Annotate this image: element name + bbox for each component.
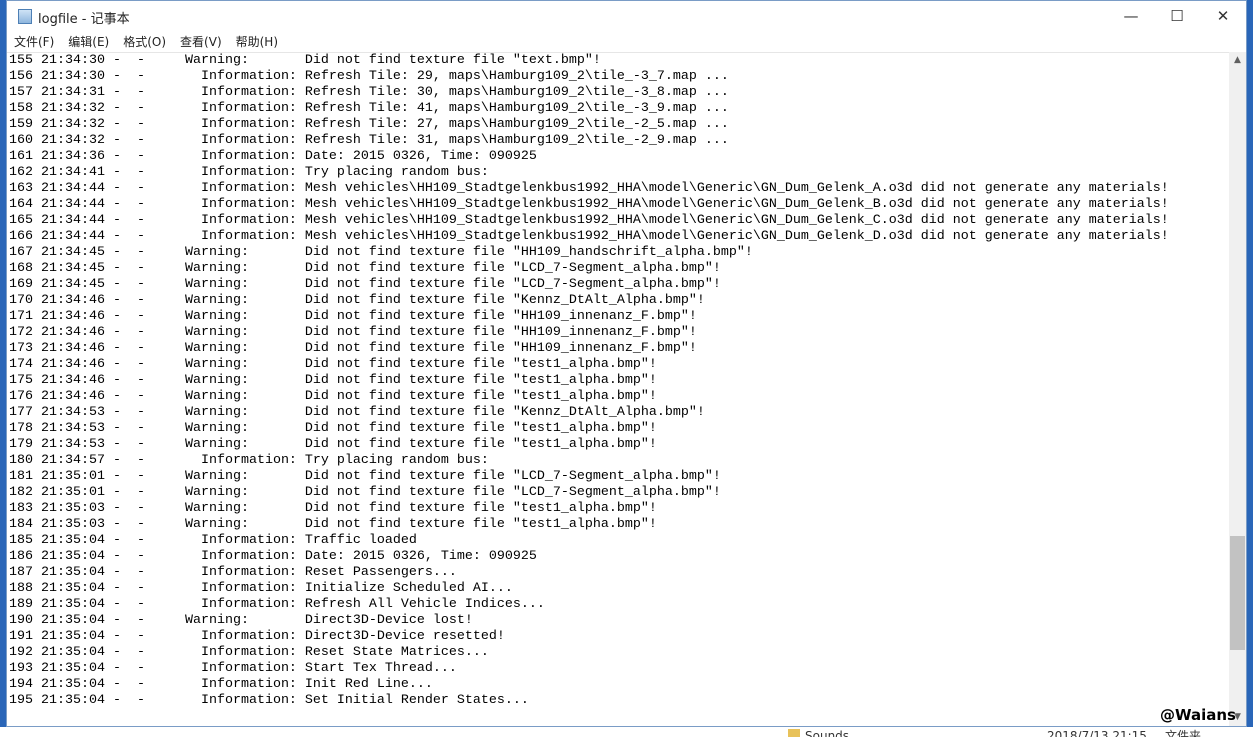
title-bar[interactable]: logfile - 记事本 — ☐ ✕ <box>7 1 1246 31</box>
log-line: 181 21:35:01 - - Warning: Did not find t… <box>9 469 721 484</box>
log-line: 158 21:34:32 - - Information: Refresh Ti… <box>9 101 729 116</box>
log-line: 169 21:34:45 - - Warning: Did not find t… <box>9 277 721 292</box>
log-line: 164 21:34:44 - - Information: Mesh vehic… <box>9 197 1169 212</box>
log-line: 167 21:34:45 - - Warning: Did not find t… <box>9 245 753 260</box>
folder-icon <box>788 729 800 737</box>
log-line: 187 21:35:04 - - Information: Reset Pass… <box>9 565 457 580</box>
log-line: 159 21:34:32 - - Information: Refresh Ti… <box>9 117 729 132</box>
menu-view[interactable]: 查看(V) <box>180 33 222 50</box>
log-line: 170 21:34:46 - - Warning: Did not find t… <box>9 293 705 308</box>
maximize-button[interactable]: ☐ <box>1154 1 1200 31</box>
window-title: logfile - 记事本 <box>38 12 130 27</box>
log-line: 191 21:35:04 - - Information: Direct3D-D… <box>9 629 505 644</box>
log-line: 195 21:35:04 - - Information: Set Initia… <box>9 693 529 708</box>
menu-file[interactable]: 文件(F) <box>14 33 54 50</box>
log-line: 165 21:34:44 - - Information: Mesh vehic… <box>9 213 1169 228</box>
menu-edit[interactable]: 编辑(E) <box>68 33 109 50</box>
log-line: 186 21:35:04 - - Information: Date: 2015… <box>9 549 537 564</box>
log-line: 177 21:34:53 - - Warning: Did not find t… <box>9 405 705 420</box>
vertical-scrollbar[interactable]: ▲ ▼ <box>1229 52 1246 726</box>
log-line: 178 21:34:53 - - Warning: Did not find t… <box>9 421 657 436</box>
text-editor[interactable]: 155 21:34:30 - - Warning: Did not find t… <box>7 52 1229 726</box>
log-line: 182 21:35:01 - - Warning: Did not find t… <box>9 485 721 500</box>
menu-format[interactable]: 格式(O) <box>123 33 166 50</box>
log-line: 185 21:35:04 - - Information: Traffic lo… <box>9 533 417 548</box>
watermark: @Waians <box>1159 706 1236 724</box>
log-line: 161 21:34:36 - - Information: Date: 2015… <box>9 149 537 164</box>
log-line: 183 21:35:03 - - Warning: Did not find t… <box>9 501 657 516</box>
log-line: 180 21:34:57 - - Information: Try placin… <box>9 453 489 468</box>
scroll-up-icon[interactable]: ▲ <box>1229 52 1246 69</box>
menu-bar: 文件(F) 编辑(E) 格式(O) 查看(V) 帮助(H) <box>7 31 1246 51</box>
notepad-window: logfile - 记事本 — ☐ ✕ 文件(F) 编辑(E) 格式(O) 查看… <box>6 0 1247 727</box>
log-line: 189 21:35:04 - - Information: Refresh Al… <box>9 597 545 612</box>
log-line: 168 21:34:45 - - Warning: Did not find t… <box>9 261 721 276</box>
folder-name[interactable]: Sounds <box>805 727 849 737</box>
log-line: 192 21:35:04 - - Information: Reset Stat… <box>9 645 489 660</box>
log-line: 171 21:34:46 - - Warning: Did not find t… <box>9 309 697 324</box>
notepad-icon <box>18 9 32 24</box>
log-line: 157 21:34:31 - - Information: Refresh Ti… <box>9 85 729 100</box>
log-line: 194 21:35:04 - - Information: Init Red L… <box>9 677 433 692</box>
folder-type: 文件夹 <box>1165 729 1202 737</box>
desktop-explorer-strip: Sounds 2018/7/13 21:15 文件夹 <box>0 727 1253 737</box>
scrollbar-thumb[interactable] <box>1230 536 1245 650</box>
folder-date: 2018/7/13 21:15 <box>1047 729 1147 737</box>
log-line: 174 21:34:46 - - Warning: Did not find t… <box>9 357 657 372</box>
log-line: 193 21:35:04 - - Information: Start Tex … <box>9 661 457 676</box>
close-button[interactable]: ✕ <box>1200 1 1246 31</box>
log-line: 184 21:35:03 - - Warning: Did not find t… <box>9 517 657 532</box>
menu-help[interactable]: 帮助(H) <box>236 33 278 50</box>
log-line: 179 21:34:53 - - Warning: Did not find t… <box>9 437 657 452</box>
log-line: 172 21:34:46 - - Warning: Did not find t… <box>9 325 697 340</box>
log-line: 188 21:35:04 - - Information: Initialize… <box>9 581 513 596</box>
minimize-button[interactable]: — <box>1108 1 1154 31</box>
log-line: 166 21:34:44 - - Information: Mesh vehic… <box>9 229 1169 244</box>
log-line: 173 21:34:46 - - Warning: Did not find t… <box>9 341 697 356</box>
log-line: 190 21:35:04 - - Warning: Direct3D-Devic… <box>9 613 473 628</box>
log-line: 156 21:34:30 - - Information: Refresh Ti… <box>9 69 729 84</box>
log-line: 176 21:34:46 - - Warning: Did not find t… <box>9 389 657 404</box>
log-line: 163 21:34:44 - - Information: Mesh vehic… <box>9 181 1169 196</box>
log-line: 175 21:34:46 - - Warning: Did not find t… <box>9 373 657 388</box>
log-line: 162 21:34:41 - - Information: Try placin… <box>9 165 489 180</box>
log-line: 155 21:34:30 - - Warning: Did not find t… <box>9 53 601 68</box>
log-line: 160 21:34:32 - - Information: Refresh Ti… <box>9 133 729 148</box>
